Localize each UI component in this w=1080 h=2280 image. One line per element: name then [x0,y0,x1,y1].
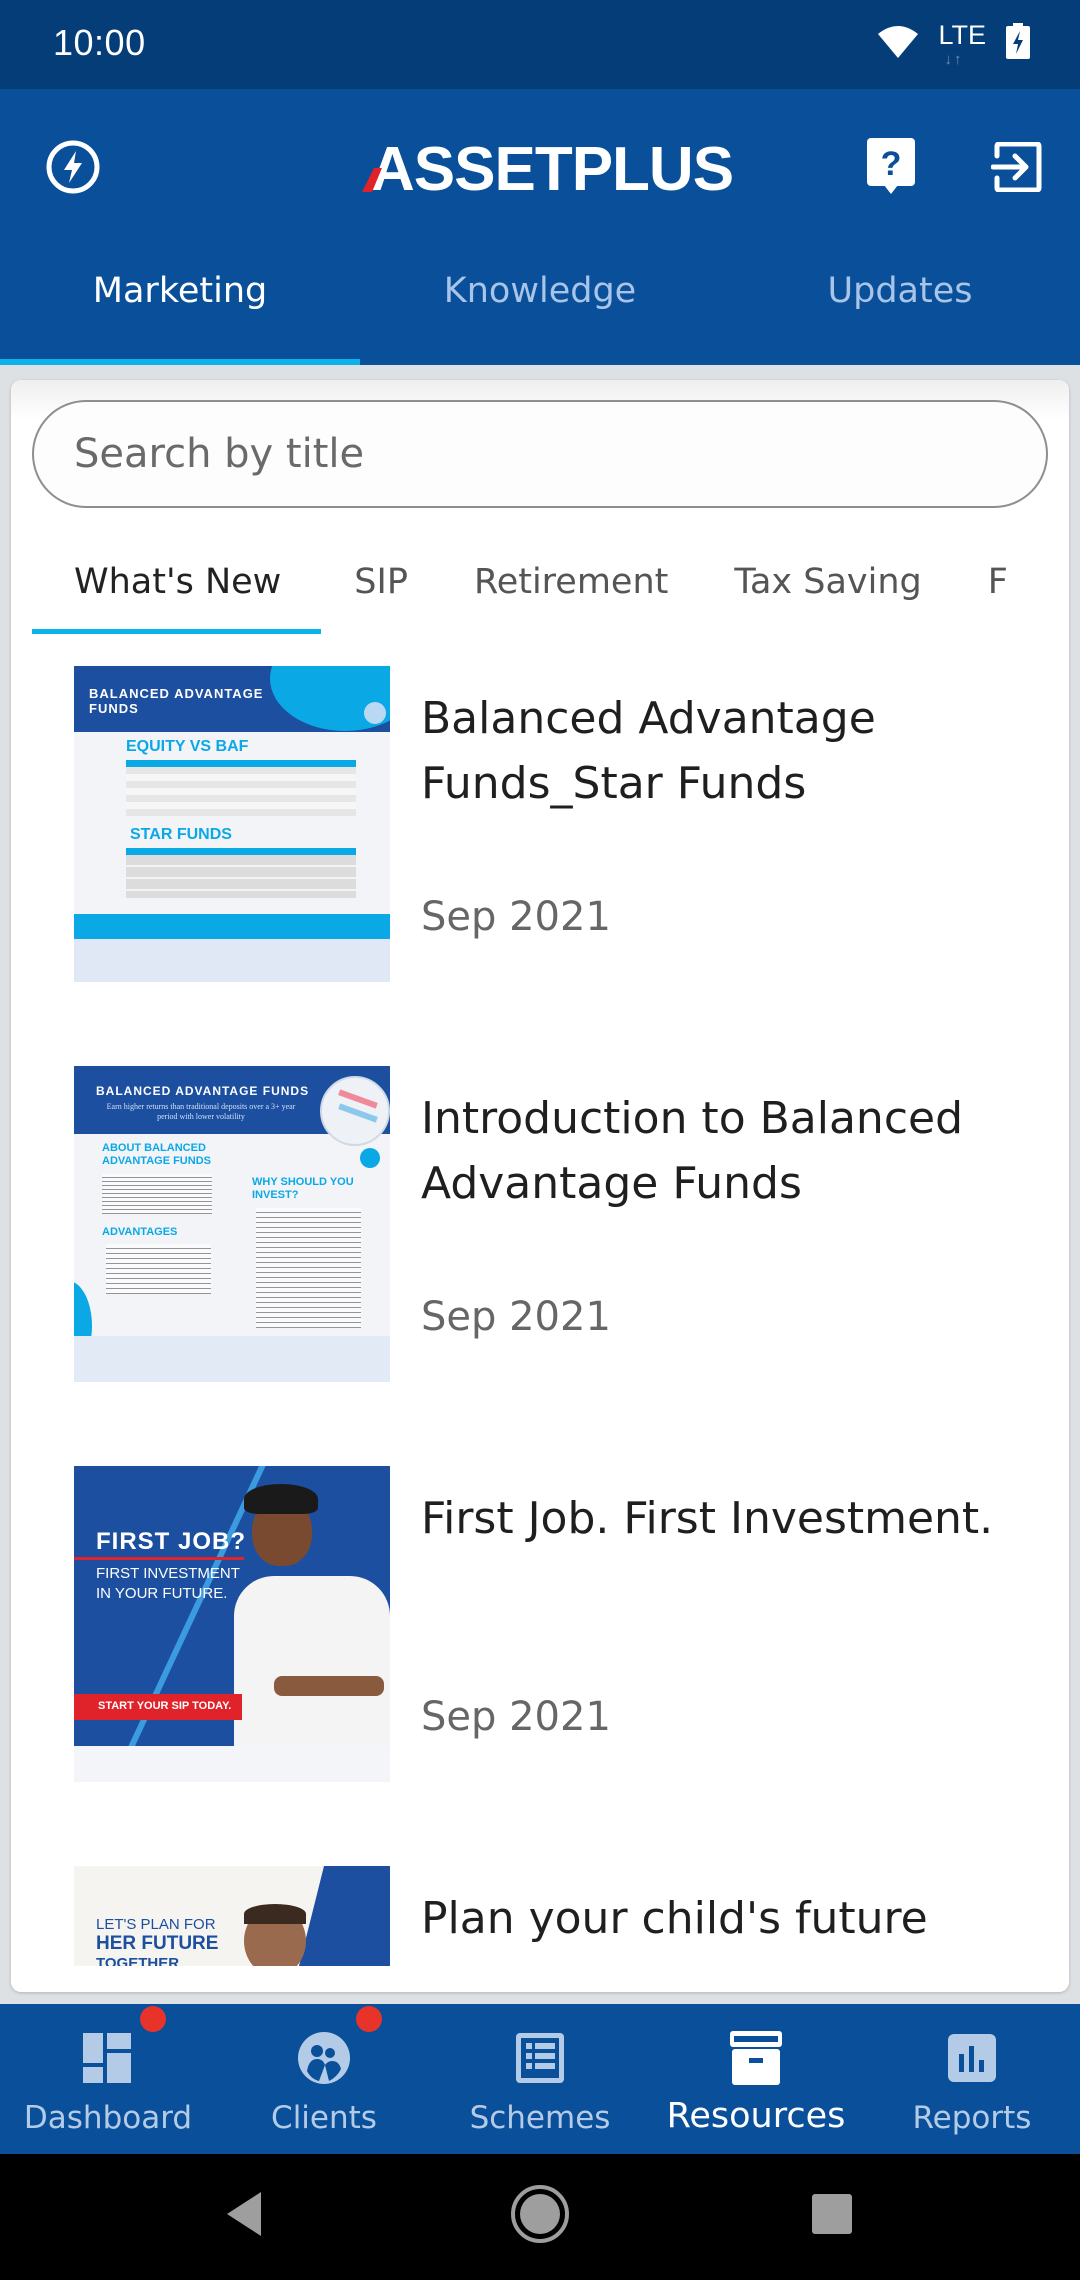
nav-clients[interactable]: Clients [216,2004,432,2154]
nav-schemes[interactable]: Schemes [432,2004,648,2154]
thumb-line: HER FUTURE [96,1933,219,1954]
thumb-heading: FIRST JOB? [96,1528,247,1555]
resource-list: BALANCED ADVANTAGE FUNDS EQUITY VS BAF S… [11,654,1069,1992]
tab-knowledge[interactable]: Knowledge [360,269,720,365]
item-title: Introduction to Balanced Advantage Funds [421,1093,964,1209]
item-title: Plan your child's future [421,1893,928,1944]
search-field[interactable] [32,400,1048,508]
help-chat-icon: ? [866,138,916,200]
category-label: Retirement [473,562,669,602]
lightning-icon [45,139,101,199]
thumb-subheading: WHY SHOULD YOU INVEST? [252,1176,354,1201]
back-icon [227,2192,261,2236]
status-time: 10:00 [53,22,146,63]
item-date: Sep 2021 [421,1694,611,1740]
home-button[interactable] [500,2184,580,2244]
resources-icon [726,2028,786,2088]
nav-label: Clients [271,2100,377,2136]
help-button[interactable]: ? [856,134,926,204]
category-label: F [987,562,1008,602]
thumb-line: LET'S PLAN FOR [96,1916,216,1933]
wifi-icon [878,24,919,62]
thumb-subheading: FIRST INVESTMENT IN YOUR FUTURE. [96,1565,240,1602]
category-tab-tax-saving[interactable]: Tax Saving [701,530,954,634]
resource-thumbnail: BALANCED ADVANTAGE FUNDS Earn higher ret… [74,1066,390,1382]
back-button[interactable] [205,2184,285,2244]
system-navigation-bar [0,2154,1080,2280]
category-label: Tax Saving [734,562,922,602]
resource-thumbnail: FIRST JOB? FIRST INVESTMENT IN YOUR FUTU… [74,1466,390,1782]
lte-icon: LTE ↓↑ [938,19,986,67]
item-date: Sep 2021 [421,1294,611,1340]
dashboard-icon [78,2028,138,2088]
home-icon [511,2185,569,2243]
tab-label: Knowledge [443,271,637,311]
top-tabs: Marketing Knowledge Updates [0,269,1080,365]
battery-charging-icon [1006,23,1030,63]
category-tab-sip[interactable]: SIP [321,530,441,634]
list-item[interactable]: BALANCED ADVANTAGE FUNDS EQUITY VS BAF S… [11,654,1069,1054]
tab-label: Marketing [92,271,268,311]
resource-thumbnail: BALANCED ADVANTAGE FUNDS EQUITY VS BAF S… [74,666,390,982]
nav-label: Resources [666,2096,846,2136]
list-item[interactable]: BALANCED ADVANTAGE FUNDS Earn higher ret… [11,1054,1069,1454]
active-category-indicator [32,629,322,634]
item-date: Sep 2021 [421,894,611,940]
resource-thumbnail: LET'S PLAN FOR HER FUTURE TOGETHER [74,1866,390,1966]
thumb-subheading: ADVANTAGES [102,1226,178,1238]
status-icons: LTE ↓↑ [878,18,1030,68]
tab-marketing[interactable]: Marketing [0,269,360,365]
nav-label: Dashboard [23,2100,193,2136]
logo-text: ASSETPLUS [370,134,734,204]
category-label: What's New [74,562,282,602]
reports-icon [942,2028,1002,2088]
thumb-subheading: EQUITY VS BAF [126,738,249,755]
category-tab-retirement[interactable]: Retirement [441,530,701,634]
resources-card: What's New SIP Retirement Tax Saving F B… [11,380,1069,1992]
category-tab-whats-new[interactable]: What's New [11,530,322,634]
search-input[interactable] [74,431,1046,477]
recents-button[interactable] [792,2184,872,2244]
item-title: First Job. First Investment. [421,1493,994,1544]
tab-label: Updates [827,271,973,311]
schemes-icon [510,2028,570,2088]
status-bar: 10:00 LTE ↓↑ [0,0,1080,89]
nav-reports[interactable]: Reports [864,2004,1080,2154]
list-item[interactable]: FIRST JOB? FIRST INVESTMENT IN YOUR FUTU… [11,1454,1069,1854]
thumb-cta: START YOUR SIP TODAY. [98,1700,232,1712]
quick-actions-button[interactable] [38,134,108,204]
thumb-heading: BALANCED ADVANTAGE FUNDS [89,686,264,716]
app-header: ASSETPLUS ? Marketing Knowledge Updates [0,89,1080,365]
network-type: LTE [938,19,986,50]
logout-icon [990,141,1043,196]
list-item[interactable]: LET'S PLAN FOR HER FUTURE TOGETHER Plan … [11,1854,1069,1992]
nav-resources[interactable]: Resources [648,2004,864,2154]
item-title: Balanced Advantage Funds_Star Funds [421,693,876,809]
category-label: SIP [354,562,408,602]
thumb-line: TOGETHER [96,1955,180,1966]
nav-label: Reports [912,2100,1032,2136]
thumb-subheading: ABOUT BALANCED ADVANTAGE FUNDS [102,1142,211,1167]
nav-dashboard[interactable]: Dashboard [0,2004,216,2154]
tab-updates[interactable]: Updates [720,269,1080,365]
category-tabs: What's New SIP Retirement Tax Saving F [11,530,1069,634]
notification-badge [140,2006,166,2032]
thumb-tagline: Earn higher returns than traditional dep… [106,1102,296,1121]
thumb-heading: BALANCED ADVANTAGE FUNDS [96,1084,310,1098]
category-tab-partial[interactable]: F [955,530,1041,634]
app-logo: ASSETPLUS [360,131,734,207]
clients-icon [294,2028,354,2088]
data-arrows-icon: ↓↑ [944,50,964,68]
svg-text:?: ? [881,145,902,183]
logout-button[interactable] [982,134,1052,204]
recents-icon [812,2194,852,2234]
logo-accent-icon [362,168,382,192]
notification-badge [356,2006,382,2032]
thumb-subheading: STAR FUNDS [130,826,232,843]
nav-label: Schemes [469,2100,611,2136]
bottom-navigation: Dashboard Clients Schemes Resources Repo… [0,2004,1080,2154]
